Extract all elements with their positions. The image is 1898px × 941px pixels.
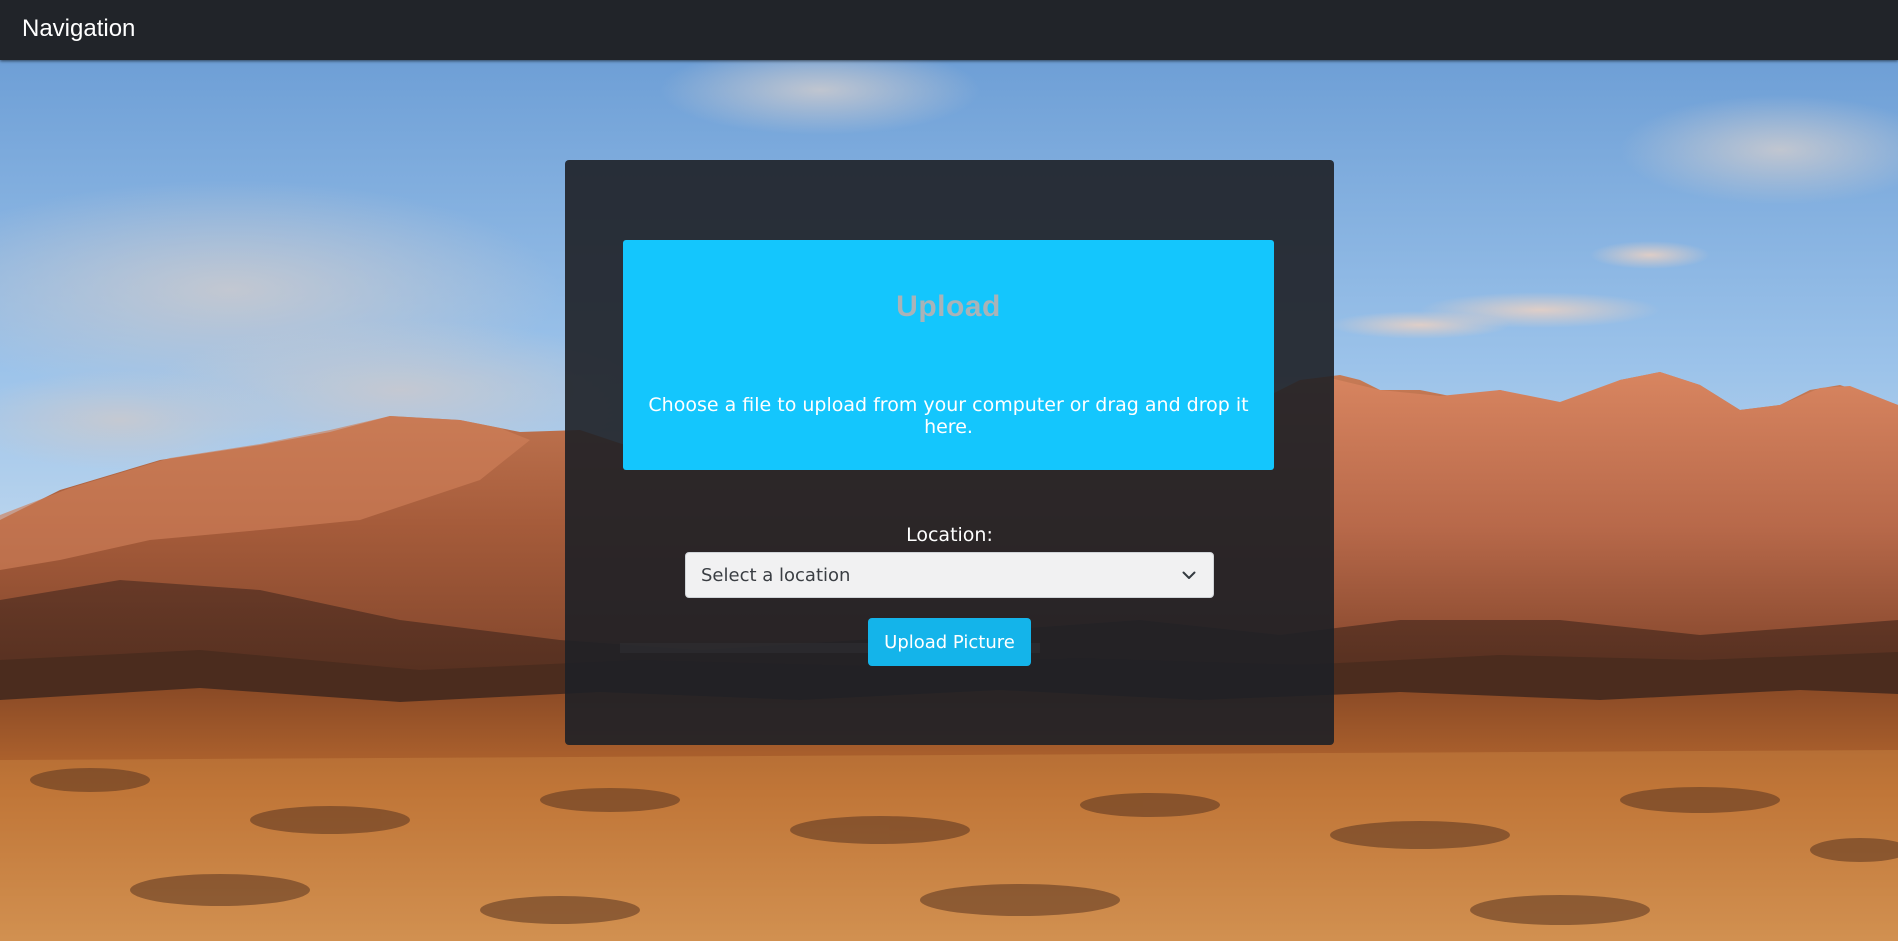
dropzone-hint: Choose a file to upload from your comput… (648, 394, 1249, 438)
navbar-brand[interactable]: Navigation (22, 15, 135, 43)
file-dropzone[interactable]: Upload Choose a file to upload from your… (623, 240, 1274, 470)
chevron-down-icon (1182, 571, 1196, 579)
location-select-value: Select a location (701, 565, 851, 586)
upload-picture-button[interactable]: Upload Picture (868, 618, 1031, 666)
top-navbar: Navigation (0, 0, 1898, 60)
upload-card: Upload Choose a file to upload from your… (565, 160, 1334, 745)
upload-page: Navigation Upload Choose a file to uploa… (0, 0, 1898, 941)
location-select[interactable]: Select a location (685, 552, 1214, 598)
location-label: Location: (906, 524, 993, 546)
dropzone-title: Upload (896, 290, 1001, 323)
